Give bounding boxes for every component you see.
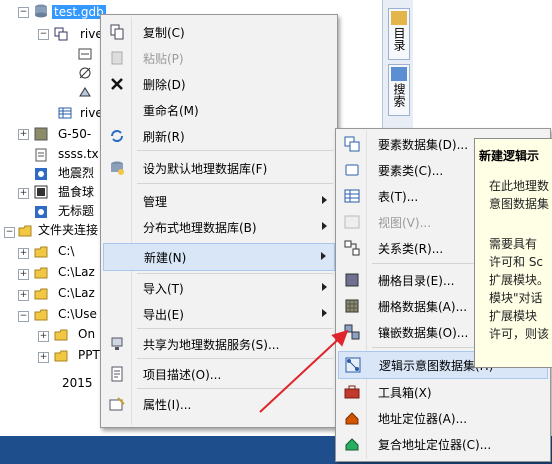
layer-package-icon <box>34 185 48 199</box>
tree-item-onedrive[interactable]: On <box>78 325 95 343</box>
relationship-class-icon <box>344 240 360 256</box>
expand-icon[interactable]: + <box>38 331 49 342</box>
expand-icon[interactable]: + <box>18 290 29 301</box>
tree-item-g50[interactable]: G-50- <box>58 125 91 143</box>
folder-connections-icon <box>18 225 32 237</box>
collapse-icon[interactable]: − <box>38 29 49 40</box>
paste-icon <box>111 51 123 65</box>
menu-item-delete[interactable]: 删除(D) <box>103 71 335 97</box>
map-document-icon <box>35 168 47 180</box>
tree-item-ssss[interactable]: ssss.tx <box>58 145 99 163</box>
collapse-icon[interactable]: − <box>4 227 15 238</box>
tree-item-2015[interactable]: 2015 <box>62 374 93 392</box>
submenu-arrow-icon <box>321 252 326 260</box>
tree-item-ppt[interactable]: PPT <box>78 346 100 364</box>
submenu-arrow-icon <box>322 309 327 317</box>
annotation-arrow-icon <box>259 329 349 413</box>
collapse-icon[interactable]: − <box>18 7 29 18</box>
submenu-item-toolbox[interactable]: 工具箱(X) <box>338 379 548 405</box>
menu-item-new[interactable]: 新建(N) <box>103 243 335 271</box>
feature-dataset-icon <box>344 136 360 152</box>
menu-item-copy[interactable]: 复制(C) <box>103 19 335 45</box>
polygon-icon <box>79 87 91 97</box>
submenu-arrow-icon <box>322 196 327 204</box>
properties-icon <box>109 397 125 411</box>
tree-item-c-laz-1[interactable]: C:\Laz <box>58 263 95 281</box>
refresh-icon <box>111 130 123 142</box>
catalog-icon <box>391 11 407 25</box>
submenu-arrow-icon <box>322 283 327 291</box>
expand-icon[interactable]: + <box>18 248 29 259</box>
delete-icon <box>111 78 123 90</box>
text-file-icon <box>35 148 47 162</box>
folder-icon <box>54 329 68 341</box>
copy-icon <box>110 24 124 40</box>
default-gdb-icon <box>111 161 124 175</box>
menu-item-refresh[interactable]: 刷新(R) <box>103 123 335 149</box>
raster-catalog-icon <box>345 273 359 287</box>
tree-item-food[interactable]: 揾食球 <box>58 183 94 201</box>
menu-item-paste[interactable]: 粘贴(P) <box>103 45 335 71</box>
network-icon <box>79 67 91 79</box>
tree-item-c-drive[interactable]: C:\ <box>58 242 74 260</box>
catalog-tab[interactable]: 目录 <box>388 8 410 60</box>
expand-icon[interactable]: + <box>18 129 29 140</box>
menu-item-import[interactable]: 导入(T) <box>103 275 335 301</box>
folder-icon <box>34 267 48 279</box>
expand-icon[interactable]: + <box>18 269 29 280</box>
tree-item-c-laz-2[interactable]: C:\Laz <box>58 284 95 302</box>
menu-item-rename[interactable]: 重命名(M) <box>103 97 335 123</box>
menu-item-manage[interactable]: 管理 <box>103 188 335 214</box>
search-tab[interactable]: 搜索 <box>388 64 410 116</box>
tooltip: 新建逻辑示 在此地理数 意图数据集 需要具有 许可和 Sc 扩展模块。 模块"对… <box>474 138 552 368</box>
map-document-icon <box>35 206 47 218</box>
feature-class-icon <box>345 164 359 176</box>
tree-item-test-gdb[interactable]: test.gdb <box>52 3 106 21</box>
composite-locator-icon <box>345 438 359 451</box>
folder-icon <box>34 246 48 258</box>
geodatabase-icon <box>35 4 47 18</box>
raster-dataset-icon <box>345 299 359 313</box>
search-icon <box>391 67 407 81</box>
submenu-item-address-locator[interactable]: 地址定位器(A)... <box>338 405 548 431</box>
submenu-arrow-icon <box>322 222 327 230</box>
share-icon <box>111 337 123 350</box>
expand-icon[interactable]: + <box>18 188 29 199</box>
collapse-icon[interactable]: − <box>18 311 29 322</box>
menu-item-set-default-gdb[interactable]: 设为默认地理数据库(F) <box>103 155 335 181</box>
topology-icon <box>78 48 92 60</box>
feature-dataset-icon <box>54 27 68 41</box>
table-icon <box>58 107 72 119</box>
tree-item-quake[interactable]: 地震烈 <box>58 164 94 182</box>
folder-icon <box>34 288 48 300</box>
folder-icon <box>34 309 48 321</box>
raster-icon <box>34 127 48 141</box>
menu-item-distributed-gdb[interactable]: 分布式地理数据库(B) <box>103 214 335 240</box>
description-icon <box>111 366 123 382</box>
view-icon <box>344 215 360 229</box>
tree-item-folder-connections[interactable]: 文件夹连接 <box>38 221 98 239</box>
tree-item-c-users[interactable]: C:\Use <box>58 305 97 323</box>
submenu-item-composite-locator[interactable]: 复合地址定位器(C)... <box>338 431 548 457</box>
expand-icon[interactable]: + <box>38 352 49 363</box>
tree-item-untitled[interactable]: 无标题 <box>58 202 94 220</box>
folder-icon <box>54 350 68 362</box>
table-icon <box>344 189 360 203</box>
